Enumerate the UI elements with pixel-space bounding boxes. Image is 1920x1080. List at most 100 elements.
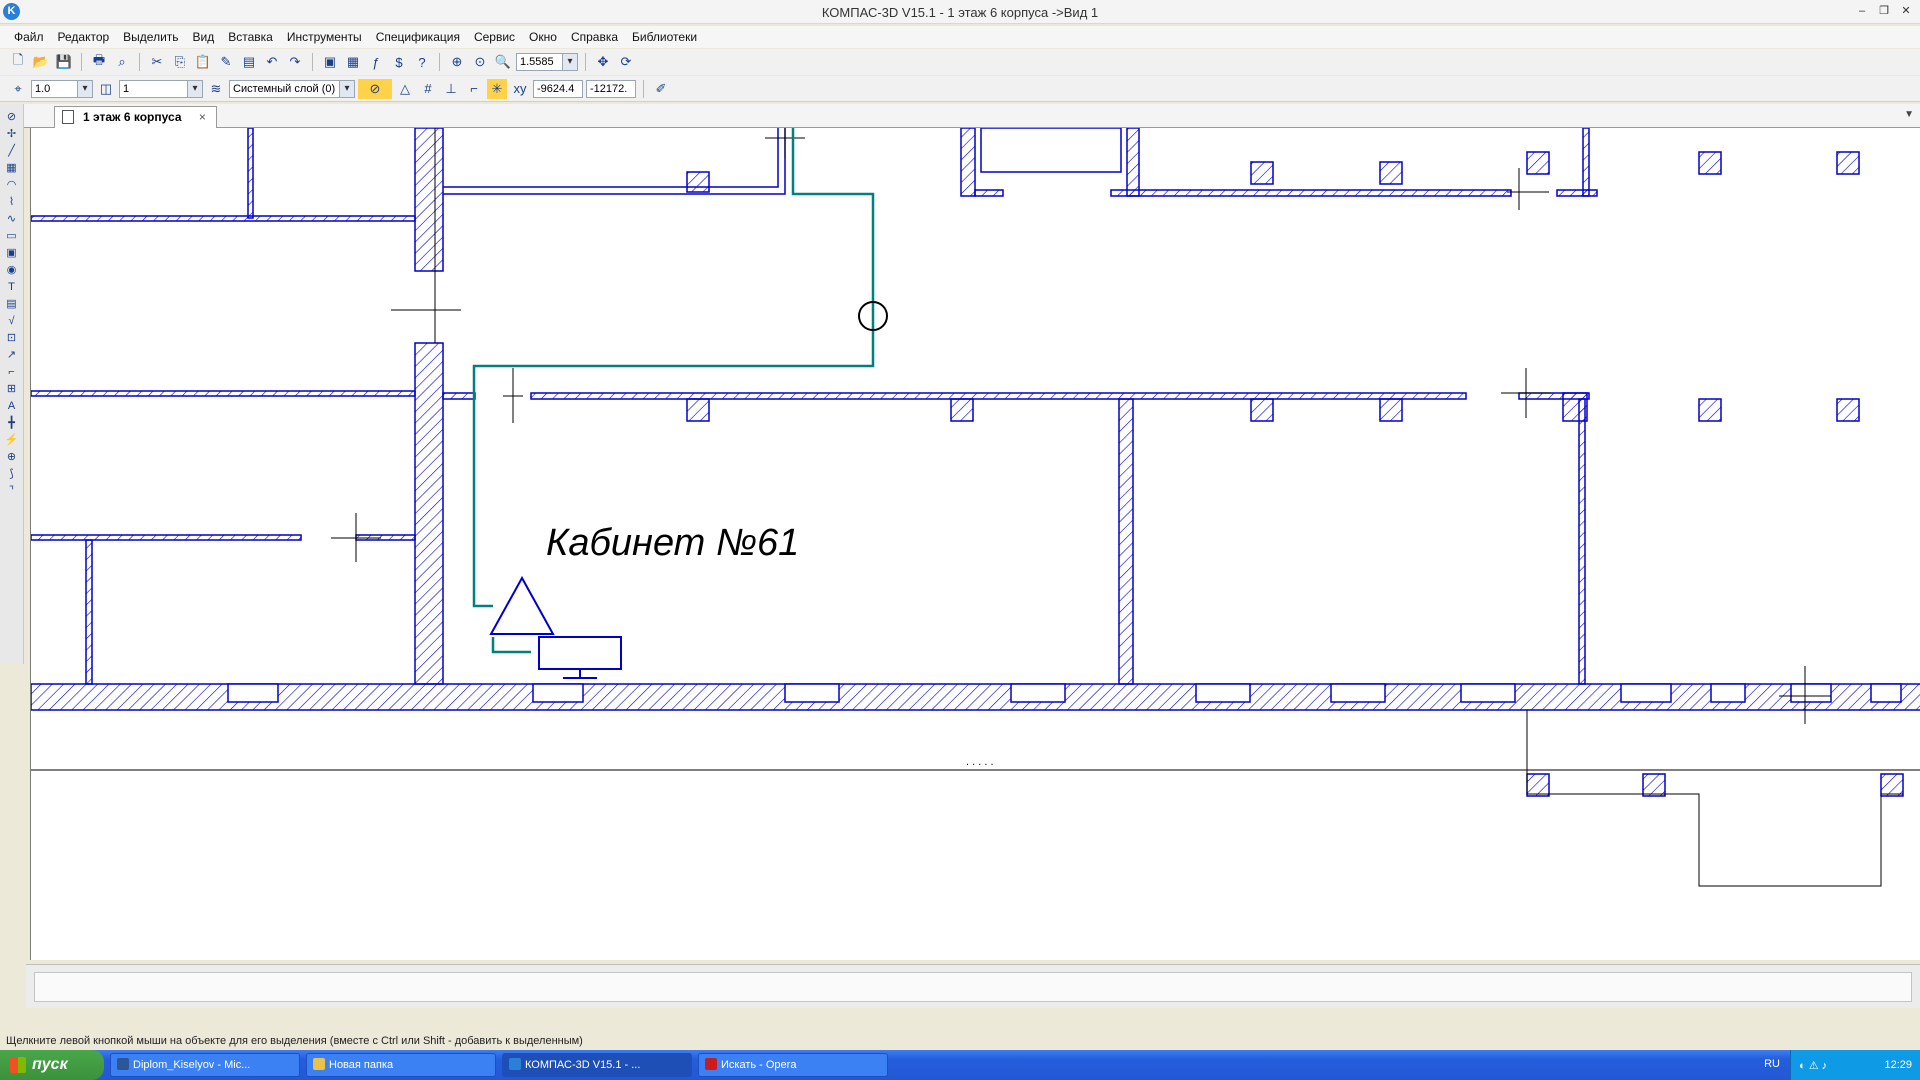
language-indicator[interactable]: RU — [1764, 1058, 1780, 1070]
task-opera[interactable]: Искать - Opera — [698, 1053, 888, 1077]
task-folder[interactable]: Новая папка — [306, 1053, 496, 1077]
minimize-button[interactable]: – — [1854, 4, 1870, 18]
task-label: Искать - Opera — [721, 1059, 797, 1071]
brush-icon[interactable]: ✐ — [651, 79, 671, 99]
network-cable-branch[interactable] — [491, 637, 531, 654]
menu-help[interactable]: Справка — [571, 30, 618, 44]
help-pointer-icon[interactable]: ? — [412, 52, 432, 72]
tolerance-icon[interactable]: ⊞ — [3, 382, 21, 397]
menu-service[interactable]: Сервис — [474, 30, 515, 44]
coord-y-field[interactable]: -12172. — [586, 79, 636, 98]
current-layer-combo[interactable]: Системный слой (0) — [229, 79, 355, 98]
restore-button[interactable]: ❐ — [1876, 4, 1892, 18]
monitor-icon[interactable] — [538, 636, 622, 670]
menu-tools[interactable]: Инструменты — [287, 30, 362, 44]
paste-icon[interactable]: 📋 — [193, 52, 213, 72]
compact-panel: ⊘ ✢ ╱ ▦ ◠ ⌇ ∿ ▭ ▣ ◉ T ▤ √ ⊡ ↗ ⌐ ⊞ A ╋ ⚡ … — [0, 104, 24, 664]
open-file-icon[interactable]: 📂 — [31, 52, 51, 72]
refresh-icon[interactable]: ⟳ — [616, 52, 636, 72]
parametric-icon[interactable]: ✳ — [487, 78, 507, 99]
start-button[interactable]: пуск — [0, 1050, 104, 1080]
leader-icon[interactable]: ↗ — [3, 348, 21, 363]
title-bar: K КОМПАС-3D V15.1 - 1 этаж 6 корпуса ->В… — [0, 0, 1920, 24]
rect-icon[interactable]: ▭ — [3, 229, 21, 244]
ortho-icon[interactable]: ⌐ — [464, 79, 484, 99]
menu-editor[interactable]: Редактор — [58, 30, 110, 44]
variables-icon[interactable]: ƒ — [366, 52, 386, 72]
rough-icon[interactable]: √ — [3, 314, 21, 329]
position-icon[interactable]: ⌐ — [3, 365, 21, 380]
view-icon[interactable]: ◫ — [96, 79, 116, 99]
hatch-icon[interactable]: ▦ — [3, 161, 21, 176]
fragment-icon[interactable]: ▣ — [3, 246, 21, 261]
spline-icon[interactable]: ∿ — [3, 212, 21, 227]
copy-icon[interactable]: ⎘ — [170, 52, 190, 72]
text-icon[interactable]: T — [3, 280, 21, 295]
polyline-icon[interactable]: ⌇ — [3, 195, 21, 210]
system-tray: ◐ ⚠ ♪ 12:29 — [1790, 1050, 1920, 1080]
floor-plan-drawing[interactable]: Кабинет №61 . . . . . — [31, 128, 1920, 960]
new-file-icon[interactable]: 🗋 — [8, 52, 28, 72]
layers-icon[interactable]: ≋ — [206, 79, 226, 99]
current-view-combo[interactable]: 1 — [119, 79, 203, 98]
menu-libraries[interactable]: Библиотеки — [632, 30, 697, 44]
menu-window[interactable]: Окно — [529, 30, 557, 44]
room-label[interactable]: Кабинет №61 — [546, 522, 799, 564]
local-snap-icon[interactable]: △ — [395, 79, 415, 99]
local-cs-icon[interactable]: ⊥ — [441, 79, 461, 99]
base-icon[interactable]: ⊡ — [3, 331, 21, 346]
point-icon[interactable]: ✢ — [3, 127, 21, 142]
zoom-scale-combo[interactable]: 1.5585 — [516, 53, 578, 71]
tray-icons[interactable]: ◐ ⚠ ♪ — [1799, 1059, 1827, 1072]
tab-document[interactable]: 1 этаж 6 корпуса × — [54, 106, 217, 128]
properties-icon[interactable]: ✎ — [216, 52, 236, 72]
curve-icon[interactable]: ⟆ — [3, 467, 21, 482]
table-tool-icon[interactable]: ▤ — [3, 297, 21, 312]
close-button[interactable]: ✕ — [1898, 4, 1914, 18]
tabs-menu-icon[interactable]: ▼ — [1904, 109, 1914, 120]
print-icon[interactable]: 🖶 — [89, 52, 109, 72]
geometry-icon[interactable]: ⊘ — [3, 110, 21, 125]
cut-icon[interactable]: ✂ — [147, 52, 167, 72]
menu-insert[interactable]: Вставка — [228, 30, 273, 44]
menu-file[interactable]: Файл — [14, 30, 44, 44]
tab-close-icon[interactable]: × — [199, 110, 206, 124]
undo-icon[interactable]: ↶ — [262, 52, 282, 72]
axis-icon[interactable]: ╋ — [3, 416, 21, 431]
cursor-step-icon[interactable]: ⌖ — [8, 79, 28, 99]
calculator-icon[interactable]: $ — [389, 52, 409, 72]
window-controls: – ❐ ✕ — [1854, 4, 1914, 18]
zoom-dynamic-icon[interactable]: ⊙ — [470, 52, 490, 72]
clock[interactable]: 12:29 — [1884, 1059, 1912, 1071]
properties-panel-field[interactable] — [34, 972, 1912, 1002]
redo-icon[interactable]: ↷ — [285, 52, 305, 72]
dimension-icon[interactable]: A — [3, 399, 21, 414]
task-word[interactable]: Diplom_Kiselyov - Mic... — [110, 1053, 300, 1077]
measure-icon[interactable]: ⚡ — [3, 433, 21, 448]
manager-icon[interactable]: ▣ — [320, 52, 340, 72]
pan-icon[interactable]: ✥ — [593, 52, 613, 72]
menu-specification[interactable]: Спецификация — [376, 30, 460, 44]
bracket-icon[interactable]: ⌝ — [3, 484, 21, 499]
task-kompas[interactable]: КОМПАС-3D V15.1 - ... — [502, 1053, 692, 1077]
task-label: Новая папка — [329, 1059, 394, 1071]
table-icon[interactable]: ▤ — [239, 52, 259, 72]
zoom-window-icon[interactable]: ⊕ — [447, 52, 467, 72]
grid-icon[interactable]: # — [418, 79, 438, 99]
preview-icon[interactable]: ⌕ — [112, 52, 132, 72]
menu-select[interactable]: Выделить — [123, 30, 178, 44]
snap-icon[interactable]: ⊘ — [358, 78, 392, 99]
segment-icon[interactable]: ╱ — [3, 144, 21, 159]
save-icon[interactable]: 💾 — [54, 52, 74, 72]
target-icon[interactable]: ⊕ — [3, 450, 21, 465]
drawing-canvas[interactable]: Кабинет №61 . . . . . — [30, 128, 1920, 960]
zoom-in-icon[interactable]: 🔍 — [493, 52, 513, 72]
cursor-step-combo[interactable]: 1.0 — [31, 79, 93, 98]
library-icon[interactable]: ▦ — [343, 52, 363, 72]
menu-view[interactable]: Вид — [193, 30, 215, 44]
dots-label: . . . . . — [966, 756, 994, 768]
access-point-icon[interactable] — [489, 575, 555, 635]
arc-icon[interactable]: ◠ — [3, 178, 21, 193]
coord-x-field[interactable]: -9624.4 — [533, 79, 583, 98]
insert-icon[interactable]: ◉ — [3, 263, 21, 278]
